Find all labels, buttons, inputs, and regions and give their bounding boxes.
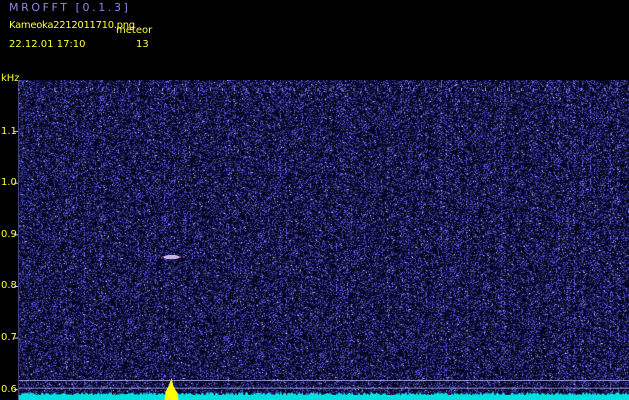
spectrogram-overlay [14, 80, 629, 400]
signal-level-trace [18, 391, 629, 400]
mrofft-window: MROFFT [0.1.3] Kameoka2212011710.png met… [0, 0, 629, 400]
meteor-spike [164, 378, 179, 400]
